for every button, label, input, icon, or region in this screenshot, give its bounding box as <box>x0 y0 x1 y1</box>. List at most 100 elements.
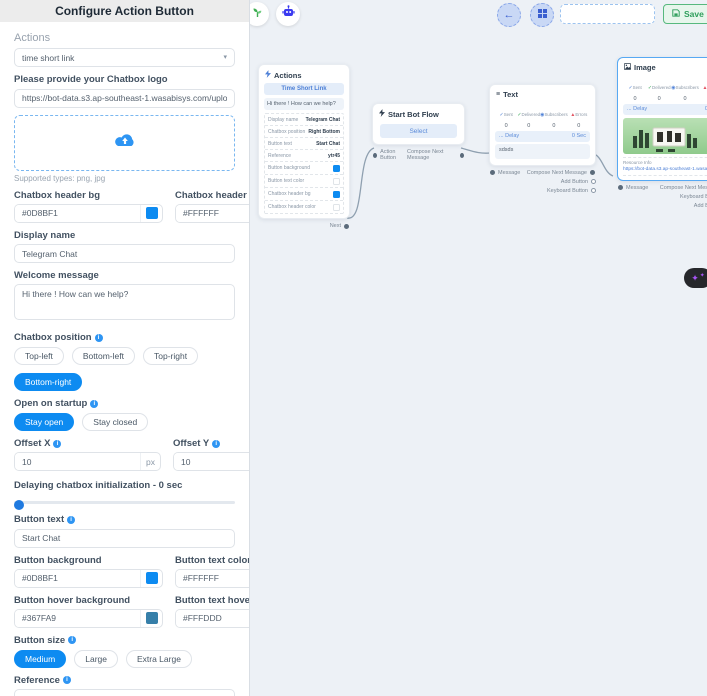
message-connector[interactable]: Message <box>618 185 648 191</box>
header-color-input[interactable] <box>176 205 249 222</box>
offset-x-label: Offset Xi <box>14 438 161 449</box>
position-top-left[interactable]: Top-left <box>14 347 64 365</box>
button-hover-color-label: Button text hover color <box>175 595 249 606</box>
button-hover-color-field <box>175 609 249 628</box>
connector-ring[interactable] <box>591 188 596 193</box>
offset-x-field: px <box>14 452 161 471</box>
text-node-stats: ✓Sent0 ✓Delivered0 ◉Subscribers0 ▲Errors… <box>495 103 590 129</box>
delay-row[interactable]: ... Delay0 Sec <box>495 131 590 142</box>
slider-track[interactable] <box>14 501 235 504</box>
flow-name-input[interactable] <box>560 4 655 24</box>
connector-dot[interactable] <box>344 224 349 229</box>
actions-label: Actions <box>14 32 235 44</box>
image-node-header: Image <box>623 62 707 75</box>
connector-dot[interactable] <box>460 153 464 158</box>
actions-pill[interactable]: Time Short Link <box>264 83 344 95</box>
keyboard-button-connector[interactable]: Keyboard Button <box>617 194 707 200</box>
position-top-right[interactable]: Top-right <box>143 347 198 365</box>
connector-ring[interactable] <box>591 179 596 184</box>
offset-x-input[interactable] <box>15 453 140 470</box>
sparkle-icon: ✦ <box>700 272 705 279</box>
floppy-icon <box>672 9 680 19</box>
image-icon <box>624 63 631 72</box>
start-node-header: Start Bot Flow <box>378 108 459 122</box>
bot-button[interactable] <box>276 2 300 26</box>
message-connector[interactable]: Message <box>490 170 520 176</box>
resource-link[interactable]: https://bot-data.s3.ap-southeast-1.wasab… <box>623 165 707 176</box>
select-button[interactable]: Select <box>380 124 457 138</box>
welcome-message-textarea[interactable]: Hi there ! How can we help? <box>14 284 235 320</box>
compose-next-connector[interactable]: Compose Next Message <box>660 185 707 191</box>
connector-dot[interactable] <box>590 170 595 175</box>
compose-next-connector[interactable]: Compose Next Message <box>527 170 595 176</box>
button-bg-field <box>14 569 163 588</box>
delay-slider[interactable] <box>14 497 235 507</box>
connector-dot[interactable] <box>618 185 623 190</box>
back-button[interactable]: ← <box>497 3 521 27</box>
node-actions[interactable]: Actions Time Short Link Hi there ! How c… <box>258 64 350 229</box>
header-bg-field <box>14 204 163 223</box>
button-color-label: Button text color <box>175 555 249 566</box>
info-icon: i <box>63 676 71 684</box>
button-hover-bg-input[interactable] <box>15 610 140 627</box>
header-color-label: Chatbox header color <box>175 190 249 201</box>
position-bottom-right[interactable]: Bottom-right <box>14 373 82 391</box>
actions-select[interactable]: time short link ▾ <box>14 48 235 67</box>
logo-url-input[interactable] <box>14 89 235 108</box>
offset-x-unit: px <box>140 453 160 470</box>
ai-assistant-button[interactable]: ✦✦ <box>684 268 707 288</box>
delay-row[interactable]: ... Delay0 Sec <box>623 104 707 115</box>
next-connector[interactable]: Next <box>330 223 349 229</box>
grid-icon <box>538 9 547 21</box>
size-extra-large[interactable]: Extra Large <box>126 650 192 668</box>
node-text[interactable]: ≡ Text ✓Sent0 ✓Delivered0 ◉Subscribers0 … <box>489 84 596 194</box>
table-row: Chatbox positionRight Bottom <box>265 126 343 138</box>
compose-next-connector[interactable]: Compose Next Message <box>407 149 464 161</box>
offset-y-input[interactable] <box>174 453 249 470</box>
action-button-connector[interactable]: Action Button <box>373 149 407 161</box>
position-bottom-left[interactable]: Bottom-left <box>72 347 135 365</box>
grid-view-button[interactable] <box>530 3 554 27</box>
keyboard-button-connector[interactable]: Keyboard Button <box>489 188 596 194</box>
size-large[interactable]: Large <box>74 650 118 668</box>
image-thumbnail[interactable] <box>623 118 707 154</box>
button-hover-bg-field <box>14 609 163 628</box>
add-button-connector[interactable]: Add Button <box>617 203 707 209</box>
color-swatch <box>146 572 158 584</box>
reference-label: Referencei <box>14 675 235 686</box>
resource-info-label: Resource Info <box>623 157 707 165</box>
connector-dot[interactable] <box>490 170 495 175</box>
button-bg-input[interactable] <box>15 570 140 587</box>
button-hover-color-input[interactable] <box>176 610 249 627</box>
chatbox-position-label: Chatbox positioni <box>14 332 235 343</box>
color-swatch <box>333 178 340 185</box>
button-hover-bg-swatch-button[interactable] <box>140 610 162 627</box>
actions-welcome-row: Hi there ! How can we help? <box>264 98 344 110</box>
slider-thumb[interactable] <box>14 500 24 510</box>
header-bg-label: Chatbox header bg <box>14 190 163 201</box>
node-start-bot-flow[interactable]: Start Bot Flow Select Action Button Comp… <box>372 103 465 161</box>
display-name-input[interactable] <box>14 244 235 263</box>
menu-lines-icon: ≡ <box>496 91 500 98</box>
connector-dot[interactable] <box>373 153 377 158</box>
offset-y-label: Offset Yi <box>173 438 249 449</box>
header-bg-swatch-button[interactable] <box>140 205 162 222</box>
canvas-save-button[interactable]: Save <box>663 4 707 24</box>
table-row: Button textStart Chat <box>265 138 343 150</box>
button-text-input[interactable] <box>14 529 235 548</box>
startup-stay-closed[interactable]: Stay closed <box>82 413 148 431</box>
node-image[interactable]: Image ✓Sent0 ✓Delivered0 ◉Subscribers0 ▲… <box>617 57 707 209</box>
button-color-field <box>175 569 249 588</box>
button-color-input[interactable] <box>176 570 249 587</box>
logo-upload-dropzone[interactable] <box>14 115 235 171</box>
open-on-startup-options: Stay open Stay closed <box>14 413 235 431</box>
chatbox-position-options: Top-left Bottom-left Top-right Bottom-ri… <box>14 347 235 391</box>
add-button-connector[interactable]: Add Button <box>489 179 596 185</box>
text-content[interactable]: sdsds <box>495 144 590 159</box>
startup-stay-open[interactable]: Stay open <box>14 413 74 431</box>
size-medium[interactable]: Medium <box>14 650 66 668</box>
reference-input[interactable] <box>14 689 235 696</box>
header-bg-input[interactable] <box>15 205 140 222</box>
actions-node-header: Actions <box>264 69 344 83</box>
button-bg-swatch-button[interactable] <box>140 570 162 587</box>
